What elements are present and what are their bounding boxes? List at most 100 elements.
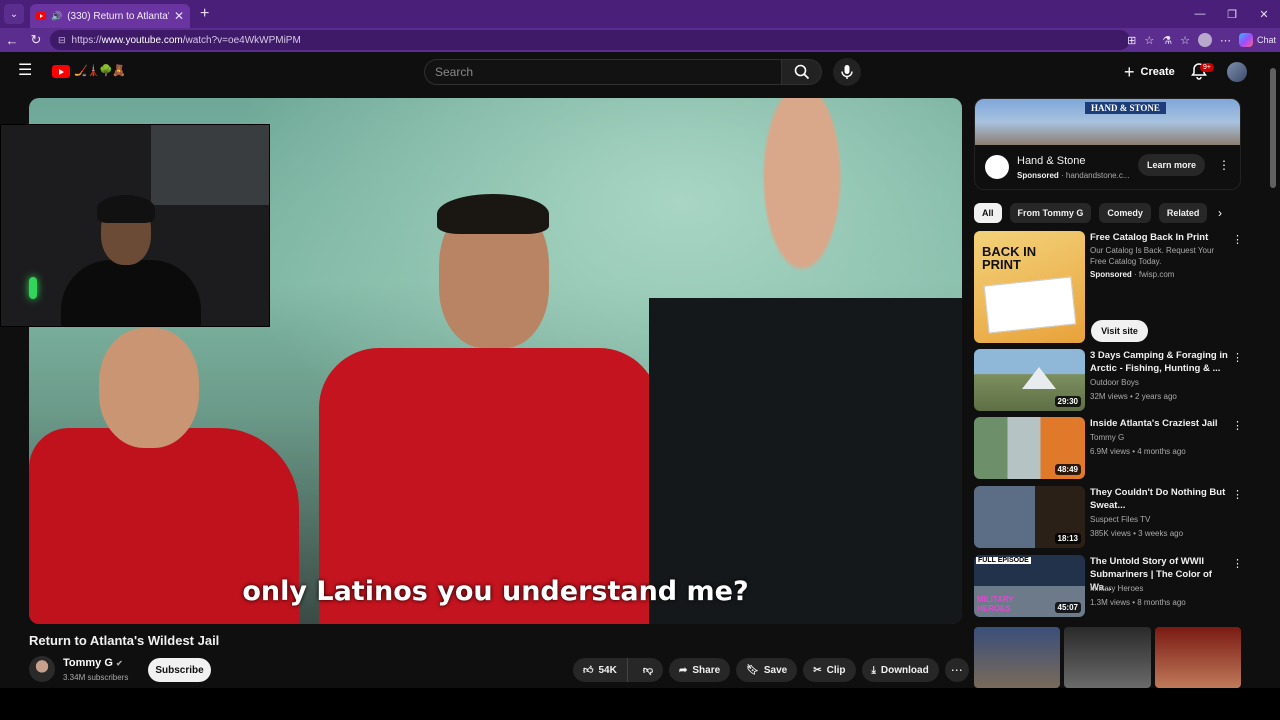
menu-icon[interactable]: ☰ — [18, 63, 34, 79]
plus-icon: + — [1124, 61, 1135, 82]
copilot-button[interactable]: Chat — [1238, 33, 1276, 47]
split-screen-icon[interactable]: ⊞ — [1127, 34, 1136, 47]
rec-more-icon[interactable]: ⋮ — [1232, 419, 1243, 432]
chip-comedy[interactable]: Comedy — [1099, 203, 1151, 223]
more-horizontal-icon: ⋯ — [950, 663, 963, 677]
dislike-button[interactable]: 👎︎ — [633, 658, 663, 682]
sidebar-ad[interactable]: HAND & STONE Hand & Stone Sponsored · ha… — [974, 98, 1241, 190]
list-item[interactable]: 48:49 Inside Atlanta's Craziest Jail Tom… — [974, 417, 1243, 479]
ad-domain: handandstone.c... — [1065, 171, 1130, 180]
tab-close-icon[interactable]: ✕ — [174, 9, 184, 23]
rec-meta: 1.3M views • 8 months ago — [1090, 598, 1186, 607]
ad-more-icon[interactable]: ⋮ — [1218, 158, 1230, 172]
save-button[interactable]: 🔖︎ Save — [736, 658, 798, 682]
thumb-text: BACK IN PRINT — [982, 244, 1037, 272]
restore-button[interactable]: ❐ — [1216, 0, 1248, 28]
tab-actions-button[interactable]: ⌄ — [4, 4, 24, 24]
ad-logo — [985, 155, 1009, 179]
scrollbar-thumb[interactable] — [1270, 68, 1276, 188]
search-input[interactable] — [435, 65, 781, 79]
rec-title: They Couldn't Do Nothing But Sweat... — [1090, 487, 1226, 511]
favorite-star-icon[interactable]: ☆ — [1144, 34, 1154, 47]
rec-more-icon[interactable]: ⋮ — [1232, 233, 1243, 246]
like-dislike-group: 👍︎ 54K 👎︎ — [573, 658, 663, 682]
learn-more-button[interactable]: Learn more — [1138, 154, 1205, 176]
site-info-icon[interactable]: ⊟ — [58, 35, 66, 46]
youtube-header: ☰ 🏒🗼🌳🧸 + Create — [0, 52, 1268, 92]
like-button[interactable]: 👍︎ 54K — [573, 658, 628, 682]
share-button[interactable]: ➦ Share — [668, 658, 731, 682]
rec-more-icon[interactable]: ⋮ — [1232, 351, 1243, 364]
rec-thumbnail[interactable]: FULL EPISODE MILITARY HEROES 45:07 — [974, 555, 1085, 617]
rec-more-icon[interactable]: ⋮ — [1232, 557, 1243, 570]
copilot-label: Chat — [1256, 35, 1276, 45]
rec-sponsor: Sponsored · fwisp.com — [1090, 270, 1175, 279]
thumb-label-military-heroes: MILITARY HEROES — [977, 595, 1014, 613]
voice-search-button[interactable] — [833, 58, 861, 86]
mic-icon — [841, 65, 853, 79]
search-button[interactable] — [782, 59, 822, 85]
ad-sponsored: Sponsored — [1017, 171, 1059, 180]
new-tab-button[interactable]: + — [200, 5, 209, 23]
url-path: /watch?v=oe4WkWPMiPM — [182, 34, 301, 46]
chip-all[interactable]: All — [974, 203, 1002, 223]
channel-name[interactable]: Tommy G ✔ — [63, 657, 123, 669]
visit-site-button[interactable]: Visit site — [1091, 320, 1148, 342]
address-bar[interactable]: ⊟ https://www.youtube.com/watch?v=oe4WkW… — [50, 30, 1130, 50]
short-thumbnail[interactable] — [974, 627, 1061, 688]
youtube-logo[interactable] — [52, 65, 70, 78]
notification-badge: 9+ — [1200, 63, 1214, 72]
rec-channel[interactable]: Suspect Files TV — [1090, 515, 1150, 524]
download-icon: ⤓ — [871, 664, 876, 676]
bookmark-icon: 🔖︎ — [746, 664, 759, 676]
settings-more-icon[interactable]: ⋯ — [1220, 34, 1231, 47]
short-thumbnail[interactable] — [1154, 627, 1241, 688]
download-label: Download — [880, 664, 929, 676]
reload-button[interactable]: ↻ — [24, 32, 48, 48]
thumb-label-full-episode: FULL EPISODE — [976, 557, 1031, 564]
profile-avatar[interactable] — [1197, 33, 1212, 47]
list-item[interactable]: 29:30 3 Days Camping & Foraging in Arcti… — [974, 349, 1243, 411]
webcam-overlay — [0, 124, 270, 327]
speaker-icon[interactable]: 🔊 — [51, 11, 62, 22]
back-button[interactable]: ← — [0, 33, 24, 48]
create-button[interactable]: + Create — [1118, 60, 1181, 84]
tab-active[interactable]: 🔊 (330) Return to Atlanta's Wildest Jail… — [30, 4, 190, 28]
rec-channel[interactable]: Tommy G — [1090, 433, 1124, 442]
minimize-button[interactable]: — — [1184, 0, 1216, 28]
rec-channel[interactable]: Outdoor Boys — [1090, 378, 1139, 387]
rec-thumbnail[interactable]: 29:30 — [974, 349, 1085, 411]
rec-more-icon[interactable]: ⋮ — [1232, 488, 1243, 501]
channel-avatar[interactable] — [29, 656, 55, 682]
ad-banner-image: HAND & STONE — [975, 99, 1240, 145]
short-thumbnail[interactable] — [1064, 627, 1151, 688]
more-actions-button[interactable]: ⋯ — [944, 658, 969, 682]
chip-from-tommy-g[interactable]: From Tommy G — [1009, 203, 1092, 223]
chip-related[interactable]: Related — [1158, 203, 1208, 223]
subscribe-button[interactable]: Subscribe — [148, 658, 211, 682]
download-button[interactable]: ⤓ Download — [861, 658, 939, 682]
rec-thumbnail[interactable]: BACK IN PRINT — [974, 231, 1085, 343]
screen-bottom-band — [0, 688, 1280, 720]
doodle-logo[interactable]: 🏒🗼🌳🧸 — [74, 64, 126, 77]
rec-sponsored: Sponsored — [1090, 270, 1132, 279]
rec-title: 3 Days Camping & Foraging in Arctic - Fi… — [1090, 350, 1228, 374]
shorts-strip — [974, 627, 1241, 688]
rec-thumbnail[interactable]: 18:13 — [974, 486, 1085, 548]
chevron-right-icon[interactable]: › — [1218, 206, 1222, 220]
scissors-icon: ✂ — [813, 664, 822, 676]
clip-button[interactable]: ✂ Clip — [803, 658, 856, 682]
favorites-icon[interactable]: ☆ — [1180, 34, 1190, 47]
rec-thumbnail[interactable]: 48:49 — [974, 417, 1085, 479]
rec-duration: 29:30 — [1054, 396, 1081, 407]
list-item[interactable]: FULL EPISODE MILITARY HEROES 45:07 The U… — [974, 555, 1243, 617]
filter-chips: All From Tommy G Comedy Related — [974, 203, 1208, 223]
rec-duration: 45:07 — [1054, 602, 1081, 613]
search-icon — [794, 64, 809, 80]
close-window-button[interactable]: ✕ — [1248, 0, 1280, 28]
account-avatar[interactable] — [1227, 62, 1247, 82]
rec-meta: 6.9M views • 4 months ago — [1090, 447, 1186, 456]
list-item[interactable]: 18:13 They Couldn't Do Nothing But Sweat… — [974, 486, 1243, 548]
rec-channel[interactable]: Military Heroes — [1090, 584, 1143, 593]
extensions-icon[interactable]: ⚗ — [1162, 34, 1172, 47]
